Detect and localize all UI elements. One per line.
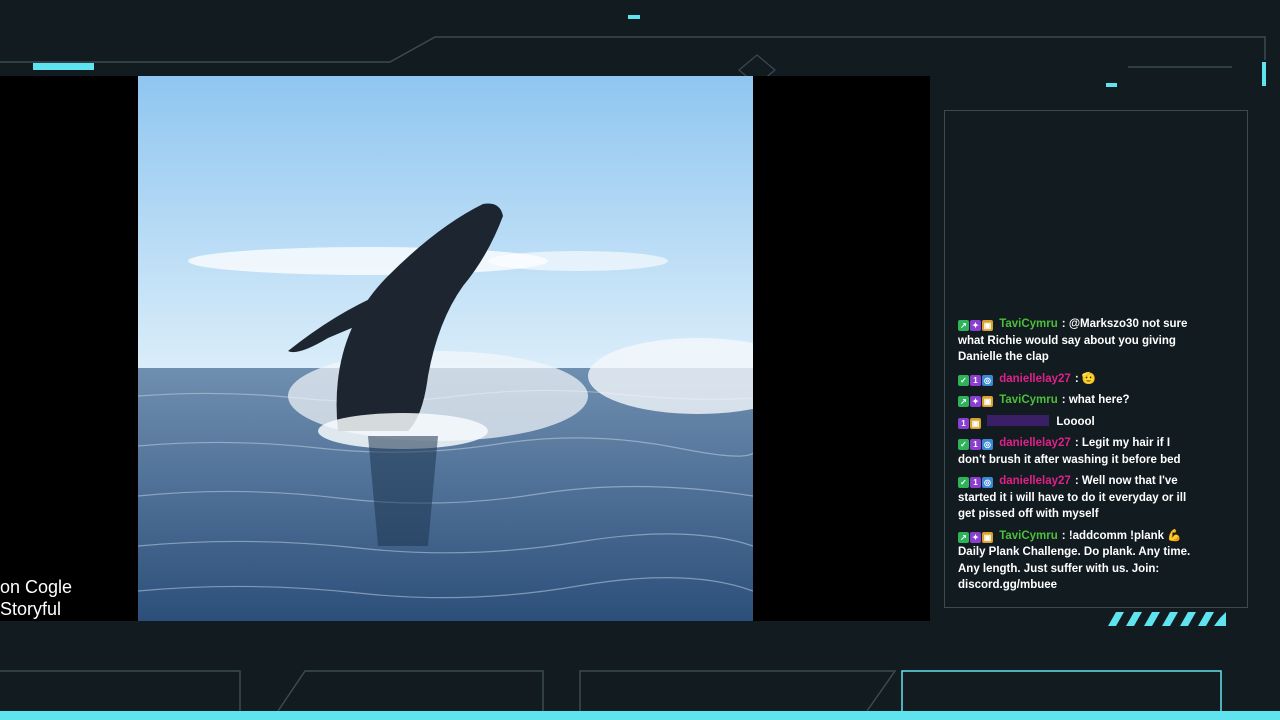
credit-line-1: on Cogle (0, 577, 73, 597)
green-arrow-badge-icon: ↗ (958, 320, 969, 331)
sub-1-badge-icon: 1 (958, 417, 969, 429)
chat-username[interactable]: TaviCymru (999, 394, 1058, 406)
chat-username[interactable]: TaviCymru (999, 318, 1058, 330)
chat-colon: : (1061, 529, 1069, 542)
chat-username[interactable]: TaviCymru (999, 530, 1058, 542)
chat-message: ↗ ✦ ▣ TaviCymru: @Markszo30 not sure what … (958, 316, 1198, 366)
green-arrow-badge-icon: ↗ (958, 531, 969, 543)
chat-message: 1 ▣ Looool (958, 414, 1198, 431)
hazard-stripes (1108, 612, 1226, 626)
chat-message: ↗ ✦ ▣ TaviCymru: what here? (958, 392, 1198, 409)
gift-badge-icon: ✦ (970, 320, 981, 331)
chat-colon: : (1074, 437, 1082, 449)
green-check-badge-icon: ✓ (958, 477, 969, 488)
goggles-badge-icon: ◎ (982, 477, 993, 488)
video-frame-whale (138, 76, 753, 621)
chat-text: what here? (1068, 394, 1130, 406)
gift-badge-icon: ✦ (970, 396, 981, 407)
green-check-badge-icon: ✓ (958, 439, 969, 450)
video-credit: on Cogle Storyful (0, 576, 72, 620)
gold-badge-icon: ▣ (970, 417, 981, 429)
chat-message: ✓ 1 ◎ daniellelay27: Well now that I've st… (958, 473, 1198, 523)
accent-bar-top-left (33, 63, 94, 70)
chat-colon: : (1074, 475, 1082, 487)
credit-line-2: Storyful (0, 599, 62, 619)
chat-message: ↗ ✦ ▣ TaviCymru: !addcomm !plank 💪 Daily P… (958, 528, 1198, 594)
chat-colon: : (1061, 394, 1069, 406)
green-check-badge-icon: ✓ (958, 374, 969, 386)
gold-badge-icon: ▣ (982, 531, 993, 543)
sub-1-badge-icon: 1 (970, 374, 981, 386)
accent-dash-top (628, 15, 640, 19)
green-arrow-badge-icon: ↗ (958, 396, 969, 407)
accent-dash-right (1106, 83, 1117, 87)
gift-badge-icon: ✦ (970, 531, 981, 543)
chat-username[interactable]: daniellelay27 (999, 475, 1071, 487)
goggles-badge-icon: ◎ (982, 374, 993, 386)
video-player[interactable] (138, 76, 753, 621)
sub-1-badge-icon: 1 (970, 439, 981, 450)
chat-message: ✓ 1 ◎ daniellelay27: 🫡 (958, 371, 1198, 388)
chat-message: ✓ 1 ◎ daniellelay27: Legit my hair if I do… (958, 435, 1198, 468)
chat-colon: : (1074, 372, 1082, 385)
chat-text: 🫡 (1081, 372, 1097, 385)
accent-bar-right (1262, 62, 1266, 86)
chat-text: Looool (1056, 415, 1095, 428)
chat-colon: : (1061, 318, 1069, 330)
goggles-badge-icon: ◎ (982, 439, 993, 450)
gold-badge-icon: ▣ (982, 396, 993, 407)
gold-badge-icon: ▣ (982, 320, 993, 331)
chat-log: ↗ ✦ ▣ TaviCymru: @Markszo30 not sure what … (958, 316, 1198, 599)
chat-username[interactable]: daniellelay27 (999, 437, 1071, 449)
bottom-accent-bar (0, 711, 1280, 720)
chat-username[interactable]: daniellelay27 (999, 373, 1071, 385)
sub-1-badge-icon: 1 (970, 477, 981, 488)
chat-username-obscured[interactable] (987, 414, 1050, 426)
